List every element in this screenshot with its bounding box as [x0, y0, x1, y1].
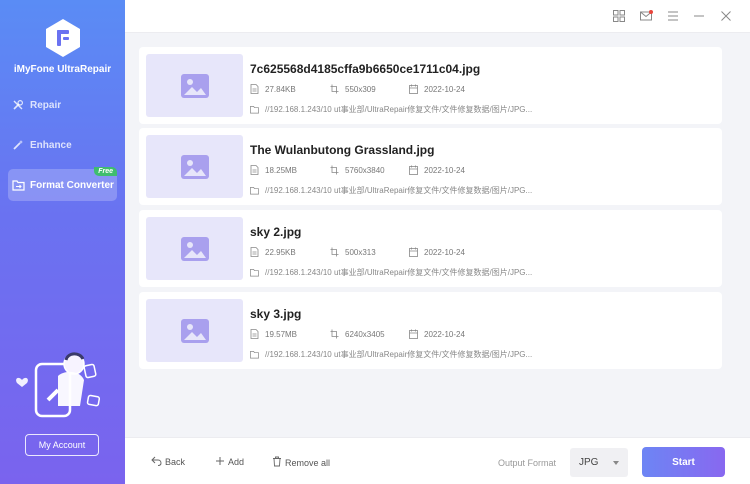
file-icon	[250, 247, 259, 257]
plus-icon	[215, 456, 225, 468]
mascot-illustration	[14, 350, 110, 422]
remove-all-button[interactable]: Remove all	[272, 456, 330, 469]
grid-view-icon[interactable]	[612, 9, 626, 23]
image-thumbnail	[146, 135, 243, 198]
file-icon	[250, 84, 259, 94]
output-format-label: Output Format	[498, 458, 557, 468]
file-name: 7c625568d4185cffa9b6650ce1711c04.jpg	[250, 62, 481, 76]
file-size: 27.84KB	[250, 84, 296, 94]
image-placeholder-icon	[180, 318, 209, 343]
file-path: //192.168.1.243/10 ut事业部/UltraRepair修复文件…	[250, 267, 532, 278]
folder-icon	[250, 105, 259, 115]
menu-icon[interactable]	[666, 9, 680, 23]
image-thumbnail	[146, 217, 243, 280]
sidebar-item-label: Repair	[30, 99, 62, 111]
image-placeholder-icon	[180, 73, 209, 98]
crop-icon	[330, 329, 339, 339]
my-account-button[interactable]: My Account	[25, 434, 99, 456]
file-dimensions: 6240x3405	[330, 329, 385, 339]
back-arrow-icon	[151, 456, 162, 468]
image-thumbnail	[146, 299, 243, 362]
output-format-select[interactable]: JPG	[570, 448, 628, 477]
file-card[interactable]: sky 2.jpg 22.95KB 500x313 2022-10-24 //1…	[139, 210, 722, 287]
title-bar	[125, 0, 750, 33]
image-placeholder-icon	[180, 154, 209, 179]
crop-icon	[330, 84, 339, 94]
file-card[interactable]: 7c625568d4185cffa9b6650ce1711c04.jpg 27.…	[139, 47, 722, 124]
folder-icon	[250, 186, 259, 196]
sidebar-item-format-converter[interactable]: Format Converter Free	[8, 167, 117, 201]
file-card[interactable]: sky 3.jpg 19.57MB 6240x3405 2022-10-24 /…	[139, 292, 722, 369]
folder-convert-icon	[8, 179, 30, 191]
file-dimensions: 500x313	[330, 247, 376, 257]
magic-wand-icon	[8, 139, 30, 151]
crop-icon	[330, 247, 339, 257]
file-path: //192.168.1.243/10 ut事业部/UltraRepair修复文件…	[250, 104, 532, 115]
file-date: 2022-10-24	[409, 329, 465, 339]
file-path: //192.168.1.243/10 ut事业部/UltraRepair修复文件…	[250, 185, 532, 196]
file-dimensions: 550x309	[330, 84, 376, 94]
mail-icon[interactable]	[639, 9, 653, 23]
file-name: The Wulanbutong Grassland.jpg	[250, 143, 435, 157]
sidebar-item-repair[interactable]: Repair	[8, 89, 117, 121]
minimize-icon[interactable]	[692, 9, 706, 23]
file-name: sky 3.jpg	[250, 307, 302, 321]
file-icon	[250, 165, 259, 175]
wrench-icon	[8, 99, 30, 111]
sidebar: iMyFone UltraRepair Repair Enhance Forma…	[0, 0, 125, 484]
crop-icon	[330, 165, 339, 175]
file-card[interactable]: The Wulanbutong Grassland.jpg 18.25MB 57…	[139, 128, 722, 205]
image-thumbnail	[146, 54, 243, 117]
app-logo-icon	[43, 18, 83, 58]
close-icon[interactable]	[719, 9, 733, 23]
image-placeholder-icon	[180, 236, 209, 261]
folder-icon	[250, 268, 259, 278]
calendar-icon	[409, 329, 418, 339]
file-date: 2022-10-24	[409, 165, 465, 175]
chevron-down-icon	[613, 461, 619, 465]
folder-icon	[250, 350, 259, 360]
sidebar-item-enhance[interactable]: Enhance	[8, 129, 117, 161]
file-icon	[250, 329, 259, 339]
calendar-icon	[409, 84, 418, 94]
calendar-icon	[409, 247, 418, 257]
bottom-toolbar: Back Add Remove all Output Format JPG St…	[125, 437, 750, 484]
file-path: //192.168.1.243/10 ut事业部/UltraRepair修复文件…	[250, 349, 532, 360]
sidebar-item-label: Enhance	[30, 139, 72, 151]
file-size: 18.25MB	[250, 165, 297, 175]
file-dimensions: 5760x3840	[330, 165, 385, 175]
sidebar-item-label: Format Converter	[30, 179, 114, 191]
file-date: 2022-10-24	[409, 247, 465, 257]
back-button[interactable]: Back	[151, 456, 185, 468]
app-name: iMyFone UltraRepair	[13, 64, 112, 75]
trash-icon	[272, 456, 282, 469]
file-name: sky 2.jpg	[250, 225, 302, 239]
add-button[interactable]: Add	[215, 456, 244, 468]
free-badge: Free	[94, 167, 117, 176]
file-size: 19.57MB	[250, 329, 297, 339]
file-size: 22.95KB	[250, 247, 296, 257]
file-date: 2022-10-24	[409, 84, 465, 94]
start-button[interactable]: Start	[642, 447, 725, 477]
calendar-icon	[409, 165, 418, 175]
file-list: 7c625568d4185cffa9b6650ce1711c04.jpg 27.…	[125, 33, 750, 437]
